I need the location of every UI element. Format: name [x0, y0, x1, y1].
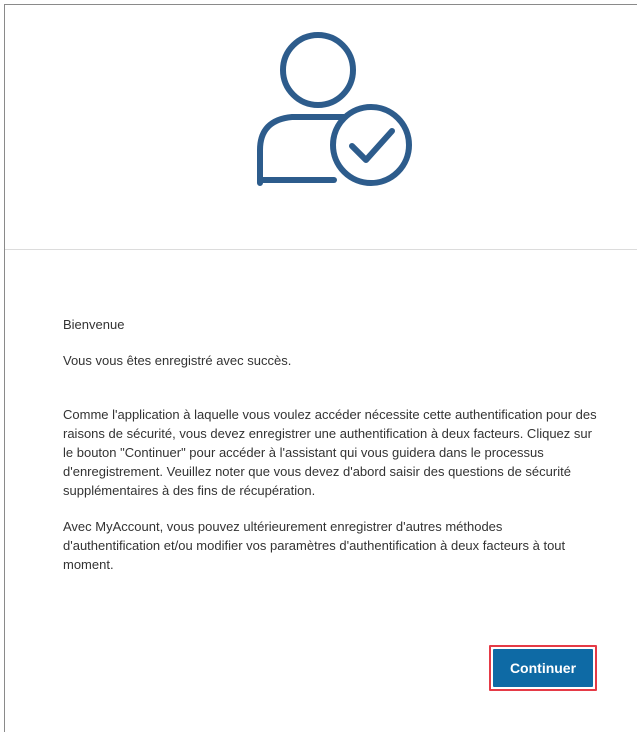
continue-button-highlight: Continuer	[489, 645, 597, 691]
myaccount-paragraph: Avec MyAccount, vous pouvez ultérieureme…	[63, 519, 566, 572]
registration-panel: Bienvenue Vous vous êtes enregistré avec…	[4, 4, 637, 732]
success-message: Vous vous êtes enregistré avec succès.	[63, 353, 292, 368]
panel-header	[5, 5, 637, 250]
user-check-icon	[257, 32, 412, 186]
welcome-content: Bienvenue Vous vous êtes enregistré avec…	[63, 315, 603, 574]
welcome-title: Bienvenue	[63, 317, 125, 332]
explanation-paragraph: Comme l'application à laquelle vous voul…	[63, 407, 597, 498]
continue-button[interactable]: Continuer	[493, 649, 593, 687]
